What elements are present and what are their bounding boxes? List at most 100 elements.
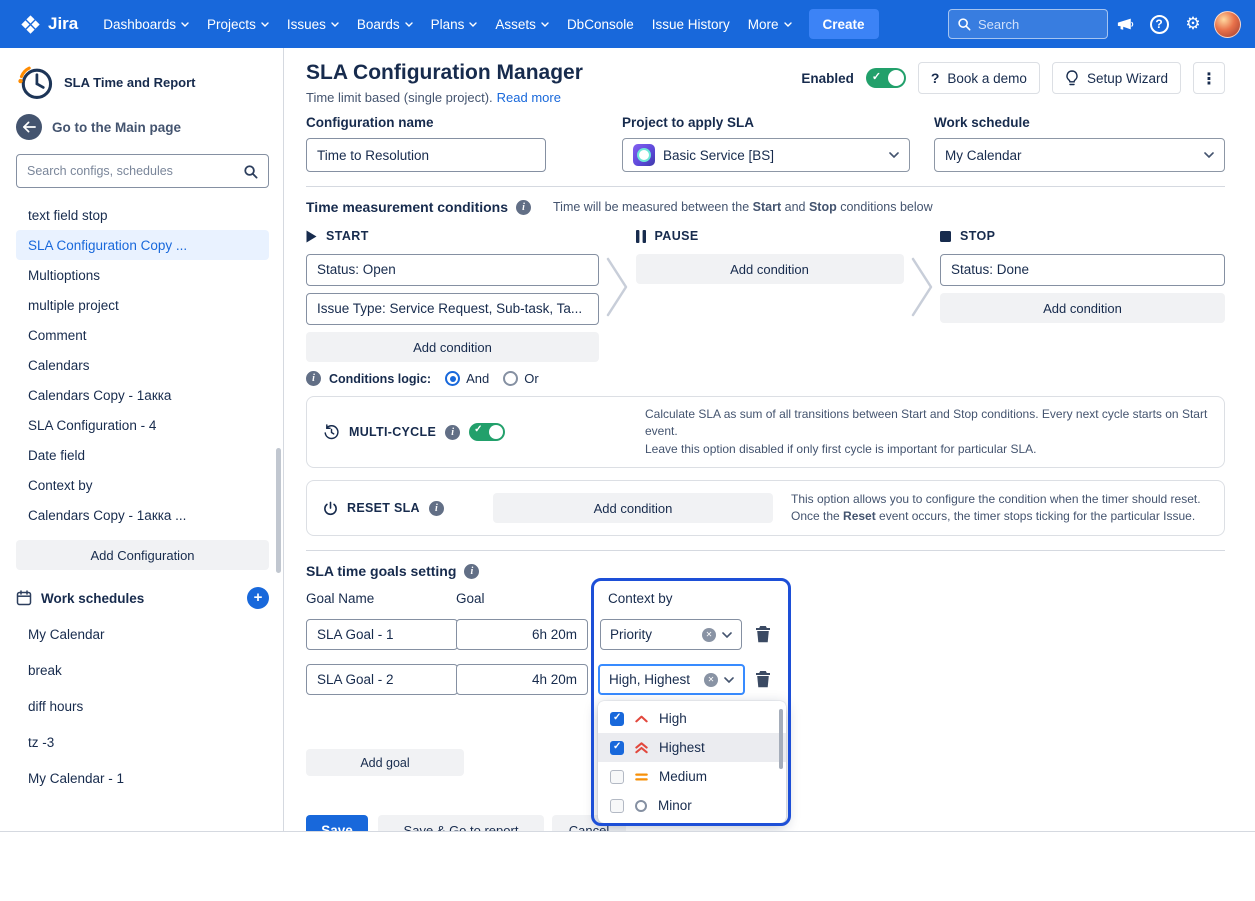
add-schedule-button[interactable] <box>247 587 269 609</box>
save-and-report-button[interactable]: Save & Go to report <box>378 815 544 831</box>
checkbox-checked[interactable] <box>610 712 624 726</box>
global-search[interactable] <box>948 9 1108 39</box>
info-icon[interactable] <box>516 200 531 215</box>
brand-label: Jira <box>48 14 78 34</box>
info-icon[interactable] <box>306 371 321 386</box>
nav-item-dbconsole[interactable]: DbConsole <box>558 8 643 40</box>
goal-value-input[interactable] <box>456 619 588 650</box>
read-more-link[interactable]: Read more <box>497 90 561 105</box>
schedule-item[interactable]: break <box>16 652 269 688</box>
goal-name-input[interactable] <box>306 664 458 695</box>
add-goal-button[interactable]: Add goal <box>306 749 464 776</box>
schedule-item[interactable]: My Calendar <box>16 616 269 652</box>
sidebar-search-input[interactable] <box>27 164 243 178</box>
schedule-item[interactable]: My Calendar - 1 <box>16 760 269 796</box>
project-select[interactable]: Basic Service [BS] <box>622 138 910 172</box>
start-condition-chip[interactable]: Status: Open <box>306 254 599 286</box>
start-condition-chip[interactable]: Issue Type: Service Request, Sub-task, T… <box>306 293 599 325</box>
jira-logo[interactable]: Jira <box>20 14 78 35</box>
reset-add-condition-button[interactable]: Add condition <box>493 493 773 523</box>
priority-highest-icon <box>634 741 649 755</box>
hint-stop-bold: Stop <box>809 200 837 214</box>
back-to-main-link[interactable]: Go to the Main page <box>16 114 269 140</box>
config-item[interactable]: Multioptions <box>16 260 269 290</box>
info-icon[interactable] <box>464 564 479 579</box>
context-field-select[interactable]: Priority <box>600 619 742 650</box>
logic-or-option[interactable]: Or <box>503 371 538 386</box>
priority-option-medium[interactable]: Medium <box>598 762 786 791</box>
priority-option-highest[interactable]: Highest <box>598 733 786 762</box>
pause-add-condition-button[interactable]: Add condition <box>636 254 904 284</box>
trash-icon <box>755 670 771 688</box>
announcements-button[interactable] <box>1108 7 1142 41</box>
schedule-item[interactable]: tz -3 <box>16 724 269 760</box>
config-item-selected[interactable]: SLA Configuration Copy ... <box>16 230 269 260</box>
user-avatar[interactable] <box>1214 11 1241 38</box>
radio-or[interactable] <box>503 371 518 386</box>
clear-icon[interactable] <box>702 628 716 642</box>
nav-item-dashboards[interactable]: Dashboards <box>94 8 198 40</box>
checkbox-unchecked[interactable] <box>610 770 624 784</box>
config-item[interactable]: Calendars Copy - 1акка ... <box>16 500 269 530</box>
info-icon[interactable] <box>445 425 460 440</box>
goal-value-input[interactable] <box>456 664 588 695</box>
chevron-down-icon <box>1204 152 1214 158</box>
book-demo-button[interactable]: Book a demo <box>918 62 1040 94</box>
sidebar: SLA Time and Report Go to the Main page … <box>0 48 284 831</box>
radio-and[interactable] <box>445 371 460 386</box>
save-button[interactable]: Save <box>306 815 368 831</box>
global-search-input[interactable] <box>978 17 1099 32</box>
priority-option-minor[interactable]: Minor <box>598 791 786 820</box>
config-item[interactable]: Date field <box>16 440 269 470</box>
stop-column: STOP Status: Done Add condition <box>940 227 1225 362</box>
nav-item-boards[interactable]: Boards <box>348 8 422 40</box>
clear-icon[interactable] <box>704 673 718 687</box>
schedule-item[interactable]: diff hours <box>16 688 269 724</box>
stop-condition-chip[interactable]: Status: Done <box>940 254 1225 286</box>
config-item[interactable]: Calendars Copy - 1акка <box>16 380 269 410</box>
dropdown-scrollbar[interactable] <box>779 709 783 769</box>
priority-option-high[interactable]: High <box>598 704 786 733</box>
checkbox-unchecked[interactable] <box>610 799 624 813</box>
sidebar-search[interactable] <box>16 154 269 188</box>
pause-header: PAUSE <box>636 227 904 245</box>
nav-item-issues[interactable]: Issues <box>278 8 348 40</box>
work-schedules-label: Work schedules <box>41 591 144 606</box>
settings-button[interactable] <box>1176 7 1210 41</box>
config-item[interactable]: text field stop <box>16 200 269 230</box>
nav-item-plans[interactable]: Plans <box>422 8 487 40</box>
setup-wizard-button[interactable]: Setup Wizard <box>1052 62 1181 94</box>
config-item[interactable]: Context by <box>16 470 269 500</box>
conditions-hint: Time will be measured between the Start … <box>553 200 933 214</box>
nav-item-label: Issue History <box>652 17 730 32</box>
more-options-button[interactable] <box>1193 62 1225 94</box>
chevron-down-icon <box>331 22 339 27</box>
config-item[interactable]: SLA Configuration - 4 <box>16 410 269 440</box>
create-button[interactable]: Create <box>809 9 879 39</box>
help-button[interactable] <box>1142 7 1176 41</box>
nav-item-more[interactable]: More <box>739 8 801 40</box>
add-configuration-button[interactable]: Add Configuration <box>16 540 269 570</box>
goal-name-input[interactable] <box>306 619 458 650</box>
start-add-condition-button[interactable]: Add condition <box>306 332 599 362</box>
multi-cycle-toggle[interactable] <box>469 423 505 441</box>
stop-add-condition-button[interactable]: Add condition <box>940 293 1225 323</box>
schedule-select[interactable]: My Calendar <box>934 138 1225 172</box>
logic-and-option[interactable]: And <box>445 371 489 386</box>
context-values-select[interactable]: High, Highest <box>598 664 745 695</box>
config-item[interactable]: Calendars <box>16 350 269 380</box>
question-icon <box>931 70 940 86</box>
sidebar-scrollbar[interactable] <box>276 448 281 573</box>
page-title: SLA Configuration Manager <box>306 61 583 85</box>
delete-goal-button[interactable] <box>750 621 776 647</box>
nav-item-projects[interactable]: Projects <box>198 8 278 40</box>
delete-goal-button[interactable] <box>750 666 776 692</box>
info-icon[interactable] <box>429 501 444 516</box>
config-item[interactable]: multiple project <box>16 290 269 320</box>
nav-item-assets[interactable]: Assets <box>486 8 558 40</box>
checkbox-checked[interactable] <box>610 741 624 755</box>
config-item[interactable]: Comment <box>16 320 269 350</box>
enabled-toggle[interactable] <box>866 68 906 88</box>
config-name-input[interactable] <box>306 138 546 172</box>
nav-item-issue-history[interactable]: Issue History <box>643 8 739 40</box>
